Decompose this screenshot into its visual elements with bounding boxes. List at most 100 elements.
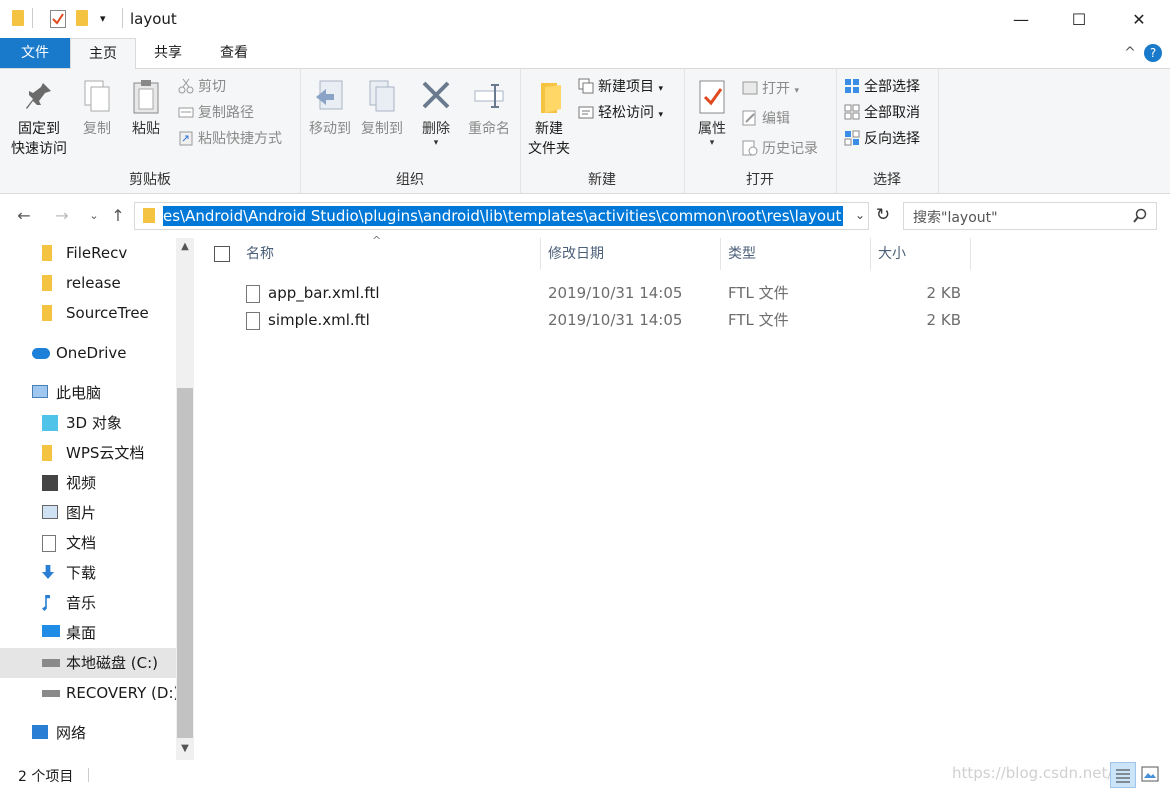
cut-button[interactable]: 剪切	[178, 75, 226, 99]
nav-item[interactable]: 图片	[0, 498, 176, 528]
edit-button[interactable]: 编辑	[742, 107, 790, 131]
select-all-label: 全部选择	[864, 79, 920, 95]
back-arrow-icon[interactable]: ←	[12, 204, 36, 228]
onedrive-icon	[32, 348, 50, 359]
copy-to-button[interactable]: 复制到	[356, 79, 408, 139]
tab-share[interactable]: 共享	[140, 38, 196, 68]
nav-item[interactable]: 文档	[0, 528, 176, 558]
folder-icon	[12, 10, 24, 26]
nav-item-label: 视频	[66, 474, 97, 492]
nav-item-label: 文档	[66, 534, 97, 552]
pin-quick-access-button[interactable]: 固定到 快速访问	[6, 79, 72, 159]
drive-icon	[42, 690, 60, 697]
select-none-label: 全部取消	[864, 105, 920, 121]
delete-x-icon	[420, 79, 452, 115]
separator	[32, 8, 33, 28]
history-button[interactable]: 历史记录	[742, 137, 818, 161]
folder-icon	[42, 445, 52, 461]
open-group: 属性 ▾ 打开 ▾ 编辑 历史记录 打开	[684, 69, 837, 193]
column-header-name[interactable]: 名称	[238, 238, 541, 270]
forward-arrow-icon[interactable]: →	[50, 204, 74, 228]
new-folder-quick-icon[interactable]	[76, 10, 88, 26]
new-folder-label-line2: 文件夹	[528, 141, 570, 157]
nav-item[interactable]: RECOVERY (D:)	[0, 678, 179, 708]
address-dropdown-chevron-icon[interactable]: ⌄	[850, 202, 870, 228]
nav-item[interactable]: SourceTree	[0, 298, 176, 328]
rename-button[interactable]: 重命名	[462, 79, 516, 139]
properties-quick-icon[interactable]	[50, 10, 66, 28]
select-none-button[interactable]: 全部取消	[844, 101, 920, 125]
nav-item[interactable]: 此电脑	[0, 378, 176, 408]
copy-path-button[interactable]: 复制路径	[178, 101, 254, 125]
copy-button[interactable]: 复制	[76, 79, 118, 139]
easy-access-button[interactable]: 轻松访问 ▾	[578, 101, 663, 125]
new-folder-button[interactable]: 新建 文件夹	[524, 79, 574, 159]
nav-item[interactable]: OneDrive	[0, 338, 176, 368]
open-icon	[742, 80, 758, 96]
paste-button[interactable]: 粘贴	[124, 79, 168, 139]
nav-item[interactable]: release	[0, 268, 176, 298]
paste-label: 粘贴	[132, 121, 160, 137]
file-icon	[246, 285, 260, 303]
delete-dropdown-icon: ▾	[433, 138, 439, 148]
file-name: app_bar.xml.ftl	[268, 284, 380, 302]
move-to-button[interactable]: 移动到	[304, 79, 356, 139]
scrollbar-thumb[interactable]	[177, 388, 193, 738]
properties-button[interactable]: 属性 ▾	[690, 79, 734, 148]
up-arrow-icon[interactable]: ↑	[106, 204, 130, 228]
tab-view[interactable]: 查看	[206, 38, 262, 68]
delete-button[interactable]: 删除 ▾	[414, 79, 458, 148]
nav-item[interactable]: 视频	[0, 468, 176, 498]
scroll-up-icon[interactable]: ▲	[176, 238, 194, 256]
nav-item[interactable]: 3D 对象	[0, 408, 176, 438]
column-header-modified[interactable]: 修改日期	[540, 238, 721, 270]
watermark-text: https://blog.csdn.net/jo	[952, 764, 1126, 782]
nav-item[interactable]: 下载	[0, 558, 176, 588]
cut-label: 剪切	[198, 79, 226, 95]
tab-file[interactable]: 文件	[0, 38, 70, 68]
nav-item-label: 此电脑	[56, 384, 102, 402]
nav-item[interactable]: WPS云文档	[0, 438, 176, 468]
column-header-type[interactable]: 类型	[720, 238, 871, 270]
minimize-button[interactable]: —	[992, 0, 1050, 38]
column-type-label: 类型	[728, 246, 756, 262]
details-view-icon[interactable]	[1110, 762, 1136, 788]
nav-scrollbar[interactable]: ▲ ▼	[176, 238, 194, 760]
help-button[interactable]: ?	[1144, 44, 1162, 62]
easy-access-icon	[578, 104, 594, 120]
search-icon	[1133, 208, 1147, 223]
select-all-checkbox[interactable]	[214, 246, 230, 262]
large-icons-view-icon[interactable]	[1138, 762, 1162, 786]
close-button[interactable]: ✕	[1110, 0, 1168, 38]
collapse-ribbon-button[interactable]: ^	[1118, 38, 1142, 68]
recent-locations-chevron-icon[interactable]: ⌄	[82, 204, 106, 228]
maximize-button[interactable]: ☐	[1050, 0, 1108, 38]
nav-item[interactable]: 本地磁盘 (C:)	[0, 648, 176, 678]
status-bar: 2 个项目 https://blog.csdn.net/jo	[0, 760, 1170, 790]
quick-access-dropdown[interactable]: ▾	[100, 12, 106, 25]
paste-icon	[130, 79, 162, 115]
tab-home[interactable]: 主页	[70, 38, 136, 70]
nav-item[interactable]: FileRecv	[0, 238, 176, 268]
nav-item[interactable]: 网络	[0, 718, 176, 748]
nav-item[interactable]: 音乐	[0, 588, 176, 618]
new-item-button[interactable]: 新建项目 ▾	[578, 75, 663, 99]
select-all-button[interactable]: 全部选择	[844, 75, 920, 99]
search-placeholder: 搜索"layout"	[913, 210, 998, 226]
invert-selection-button[interactable]: 反向选择	[844, 127, 920, 151]
nav-item[interactable]: 桌面	[0, 618, 176, 648]
music-icon	[42, 595, 50, 611]
paste-shortcut-button[interactable]: 粘贴快捷方式	[178, 127, 282, 151]
nav-item-label: 网络	[56, 724, 87, 742]
refresh-icon[interactable]: ↻	[872, 202, 894, 228]
file-row[interactable]: simple.xml.ftl 2019/10/31 14:05 FTL 文件 2 KB	[206, 307, 970, 334]
column-header-size[interactable]: 大小	[870, 238, 971, 270]
3d-objects-icon	[42, 415, 58, 431]
open-button[interactable]: 打开 ▾	[742, 77, 799, 101]
scroll-down-icon[interactable]: ▼	[176, 740, 194, 758]
file-row[interactable]: app_bar.xml.ftl 2019/10/31 14:05 FTL 文件 2 K…	[206, 280, 970, 307]
select-group-label: 选择	[873, 172, 901, 188]
address-path-text[interactable]: es\Android\Android Studio\plugins\androi…	[163, 206, 844, 226]
address-bar[interactable]: es\Android\Android Studio\plugins\androi…	[134, 202, 869, 230]
search-box[interactable]: 搜索"layout"	[903, 202, 1157, 230]
